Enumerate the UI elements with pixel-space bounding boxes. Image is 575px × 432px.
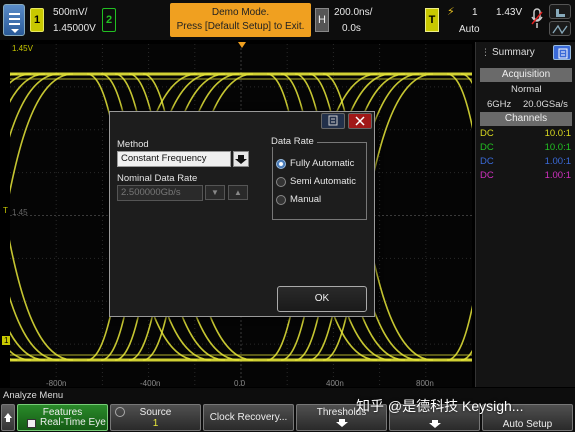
channel-coupling: DC (480, 142, 494, 153)
realtime-eye-checkbox[interactable] (27, 419, 36, 428)
menu-title: Analyze Menu (3, 390, 64, 401)
top-level-label: 1.45V (12, 44, 33, 53)
bandwidth: 6GHz (487, 99, 512, 110)
x-tick: 800n (416, 379, 434, 388)
channels-header: Channels (480, 112, 572, 126)
eye-trace (446, 304, 472, 361)
menu-up-icon[interactable] (1, 404, 15, 431)
dialog-menu-icon[interactable] (321, 113, 345, 129)
option-manual[interactable]: Manual (290, 194, 321, 205)
entry-knob-icon (115, 407, 125, 417)
option-fully-automatic[interactable]: Fully Automatic (290, 158, 354, 169)
watermark: 知乎 @是德科技 Keysigh... (356, 398, 524, 414)
mid-level-label: 1.45 (12, 208, 28, 217)
ch1-scale: 500mV/ (53, 7, 88, 18)
dialog-close-icon[interactable] (348, 113, 372, 129)
eye-trace (10, 239, 74, 361)
channel-probe-ratio: 1.00:1 (544, 156, 571, 167)
hamburger-menu-icon[interactable] (3, 4, 25, 36)
method-value: Constant Frequency (121, 153, 207, 164)
x-tick: 0.0 (234, 379, 246, 388)
thresholds-down-icon (297, 418, 386, 431)
trigger-position-icon (238, 42, 246, 48)
timebase-value: 200.0ns/ (334, 7, 373, 18)
eye-trace (446, 73, 472, 130)
eye-trace (10, 73, 74, 195)
x-tick: -800n (46, 379, 67, 388)
method-dropdown-icon[interactable] (233, 151, 249, 167)
rate-decrement-icon: ▼ (205, 185, 225, 200)
radio-fully-automatic[interactable] (276, 159, 286, 169)
nominal-rate-value: 2.500000Gb/s (121, 187, 181, 198)
demo-mode-banner: Demo Mode. Press [Default Setup] to Exit… (170, 3, 311, 37)
clock-recovery-softkey[interactable]: Clock Recovery... (203, 404, 294, 431)
radio-semi-automatic[interactable] (276, 177, 286, 187)
nominal-rate-label: Nominal Data Rate (117, 173, 198, 184)
eye-trace (10, 331, 46, 361)
source-value: 1 (152, 418, 159, 429)
eye-trace (10, 349, 32, 361)
panel-menu-icon[interactable] (553, 45, 571, 60)
x-tick: 400n (326, 379, 344, 388)
channel-probe-ratio: 1.00:1 (544, 170, 571, 181)
realtime-eye-label: Real-Time Eye (40, 417, 106, 428)
channel-coupling: DC (480, 170, 494, 181)
channel-2-badge[interactable]: 2 (102, 8, 116, 32)
horizontal-badge[interactable]: H (315, 8, 329, 32)
method-label: Method (117, 139, 149, 150)
touch-icon[interactable] (549, 4, 571, 19)
ch1-offset: 1.45000V (53, 23, 96, 34)
demo-line-1: Demo Mode. (211, 7, 270, 18)
blank-down-icon (390, 419, 479, 432)
clock-recovery-dialog: Method Constant Frequency Nominal Data R… (109, 111, 375, 317)
rate-increment-icon: ▲ (228, 185, 248, 200)
features-softkey[interactable]: Features Real-Time Eye (17, 404, 108, 431)
top-status-bar: 1 500mV/ 1.45000V 2 Demo Mode. Press [De… (0, 0, 575, 40)
eye-trace (10, 73, 32, 85)
data-rate-title: Data Rate (268, 136, 317, 147)
x-tick: -400n (140, 379, 161, 388)
ok-button[interactable]: OK (277, 286, 367, 312)
channel-coupling: DC (480, 156, 494, 167)
microphone-icon[interactable] (530, 7, 544, 31)
trigger-mode: Auto (459, 24, 480, 35)
trigger-level: 1.43V (496, 7, 523, 18)
panel-handle-icon[interactable]: ⋮ (481, 47, 490, 58)
method-select[interactable]: Constant Frequency (117, 151, 231, 167)
channel-coupling: DC (480, 128, 494, 139)
channel-probe-ratio: 10.0:1 (544, 128, 571, 139)
channel-1-badge[interactable]: 1 (30, 8, 44, 32)
ground-marker[interactable]: 1 (2, 336, 11, 345)
summary-panel: ⋮ Summary Acquisition Normal 6GHz 20.0GS… (475, 42, 575, 387)
waveform-zoom-icon[interactable] (549, 21, 571, 36)
channel-probe-ratio: 10.0:1 (544, 142, 571, 153)
trigger-badge[interactable]: T (425, 8, 439, 32)
option-semi-automatic[interactable]: Semi Automatic (290, 176, 356, 187)
trigger-source: 1 (472, 7, 478, 18)
nominal-rate-field: 2.500000Gb/s (117, 185, 203, 201)
acquisition-mode: Normal (511, 84, 542, 95)
trigger-edge-icon: ⚡ (447, 6, 455, 18)
acquisition-header: Acquisition (480, 68, 572, 82)
source-softkey[interactable]: Source 1 (110, 404, 201, 431)
demo-line-2: Press [Default Setup] to Exit. (176, 21, 305, 32)
radio-manual[interactable] (276, 195, 286, 205)
trigger-level-marker[interactable]: T (3, 206, 8, 215)
summary-tab[interactable]: Summary (492, 47, 535, 58)
eye-trace (10, 73, 46, 103)
sample-rate: 20.0GSa/s (523, 99, 568, 110)
delay-value: 0.0s (342, 23, 361, 34)
